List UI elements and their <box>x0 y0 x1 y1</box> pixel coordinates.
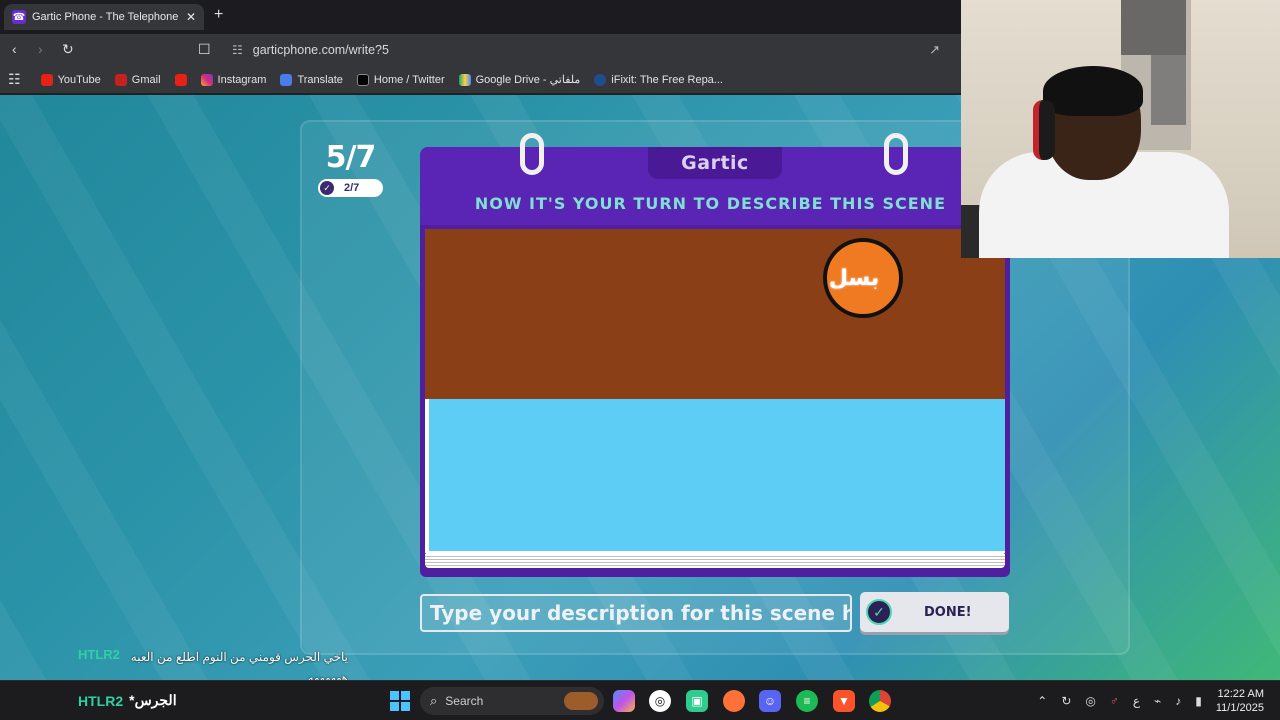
volume-icon[interactable]: ♪ <box>1175 694 1181 708</box>
bookmark-translate[interactable]: Translate <box>280 73 343 86</box>
youtube-icon <box>40 73 53 86</box>
bookmark-google-drive[interactable]: Google Drive - ملفاتي <box>458 73 580 86</box>
windows-taskbar: HTLR2 *الجرس ⌕ Search ◎ ▣ ☺ ≡ ▼ ⌃ ↻ ◎ ♂ … <box>0 680 1280 720</box>
scene-calendar: Gartic NOW IT'S YOUR TURN TO DESCRIBE TH… <box>420 133 1010 577</box>
description-input[interactable] <box>420 594 852 632</box>
binder-ring-left <box>520 133 544 175</box>
google-drive-icon <box>458 73 471 86</box>
wifi-icon[interactable]: ⌁ <box>1154 694 1161 708</box>
done-button[interactable]: ✓ DONE! <box>860 592 1009 632</box>
bookmark-twitter[interactable]: Home / Twitter <box>356 73 445 86</box>
battery-icon[interactable]: ▮ <box>1195 694 1202 708</box>
firefox-icon[interactable] <box>723 690 745 712</box>
done-label: DONE! <box>924 604 972 620</box>
x-twitter-icon <box>356 73 369 86</box>
app-store-icon[interactable]: ▣ <box>686 690 708 712</box>
round-number: 5/7 <box>325 140 377 175</box>
reload-icon[interactable]: ↻ <box>62 41 74 58</box>
close-tab-icon[interactable]: ✕ <box>186 10 196 24</box>
bookmark-ifixit[interactable]: iFixit: The Free Repa... <box>594 73 723 86</box>
tray-chevron-icon[interactable]: ⌃ <box>1037 694 1047 708</box>
webcam-wall-photo-2 <box>1151 55 1186 125</box>
search-icon: ⌕ <box>430 693 438 708</box>
share-icon[interactable]: ↗ <box>929 42 940 58</box>
scene-orange-circle: بسل <box>823 238 903 318</box>
gartic-logo: Gartic <box>648 147 782 179</box>
back-icon[interactable]: ‹ <box>12 41 17 57</box>
scene-blue-area <box>429 399 1005 551</box>
microphone-icon[interactable]: ♂ <box>1110 694 1119 708</box>
gmail-icon <box>114 73 127 86</box>
clock[interactable]: 12:22 AM 11/1/2025 <box>1216 687 1264 715</box>
translate-icon <box>280 73 293 86</box>
new-tab-button[interactable]: + <box>214 6 223 24</box>
chat-username: HTLR2 <box>78 647 120 662</box>
chrome-icon[interactable] <box>869 690 891 712</box>
youtube-icon <box>174 73 187 86</box>
url-text[interactable]: garticphone.com/write?5 <box>253 43 389 57</box>
language-indicator[interactable]: ع <box>1133 694 1140 708</box>
search-label: Search <box>445 694 484 708</box>
stream-title-text: *الجرس <box>129 692 177 708</box>
stream-title-overlay: HTLR2 *الجرس <box>78 692 177 709</box>
scene-brown-area <box>425 229 1005 399</box>
search-highlight-image <box>564 692 598 710</box>
obs-icon[interactable]: ◎ <box>649 690 671 712</box>
discord-icon[interactable]: ☺ <box>759 690 781 712</box>
site-settings-icon[interactable]: ☷ <box>232 43 243 57</box>
check-icon: ✓ <box>320 181 334 195</box>
clock-time: 12:22 AM <box>1217 688 1264 700</box>
gartic-favicon-icon: ☎ <box>12 10 26 24</box>
tray-app-icon[interactable]: ◎ <box>1085 694 1095 708</box>
scene-scribble-text: بسل <box>828 265 880 291</box>
instruction-headline: NOW IT'S YOUR TURN TO DESCRIBE THIS SCEN… <box>474 194 946 213</box>
active-tab[interactable]: ☎ Gartic Phone - The Telephone Ga ✕ <box>4 4 204 30</box>
tab-title: Gartic Phone - The Telephone Ga <box>32 11 180 23</box>
webcam-overlay <box>961 0 1280 258</box>
apps-grid-icon[interactable]: ☷ <box>8 71 21 88</box>
scene-drawing: بسل <box>425 229 1005 554</box>
windows-start-icon[interactable] <box>390 691 410 711</box>
webcam-person-hair <box>1043 66 1143 116</box>
done-check-icon: ✓ <box>866 599 892 625</box>
stream-username: HTLR2 <box>78 692 124 709</box>
round-counter: 5/7 ✓ 2/7 <box>318 140 383 197</box>
bookmark-youtube[interactable]: YouTube <box>40 73 101 86</box>
bookmark-icon[interactable]: ☐ <box>198 41 211 58</box>
clock-date: 11/1/2025 <box>1215 702 1264 714</box>
bookmark-gmail[interactable]: Gmail <box>114 73 161 86</box>
headphones-icon <box>1033 100 1055 160</box>
ifixit-icon <box>594 73 607 86</box>
spotify-icon[interactable]: ≡ <box>796 690 818 712</box>
bookmark-instagram[interactable]: Instagram <box>200 73 266 86</box>
taskbar-search[interactable]: ⌕ Search <box>420 687 604 715</box>
binder-ring-right <box>884 133 908 175</box>
bookmark-youtube-2[interactable] <box>174 73 187 86</box>
done-players-pill: ✓ 2/7 <box>318 179 383 197</box>
done-players-count: 2/7 <box>344 182 360 194</box>
system-tray: ⌃ ↻ ◎ ♂ ع ⌁ ♪ ▮ 12:22 AM 11/1/2025 <box>1037 681 1264 720</box>
copilot-icon[interactable] <box>613 690 635 712</box>
forward-icon[interactable]: › <box>38 41 43 57</box>
webcam-wall-photo <box>1121 0 1186 55</box>
instagram-icon <box>200 73 213 86</box>
tray-sync-icon[interactable]: ↻ <box>1061 694 1071 708</box>
brave-icon[interactable]: ▼ <box>833 690 855 712</box>
address-bar[interactable]: ☷ garticphone.com/write?5 ↗ <box>224 38 954 62</box>
calendar-page-edges <box>425 554 1005 568</box>
